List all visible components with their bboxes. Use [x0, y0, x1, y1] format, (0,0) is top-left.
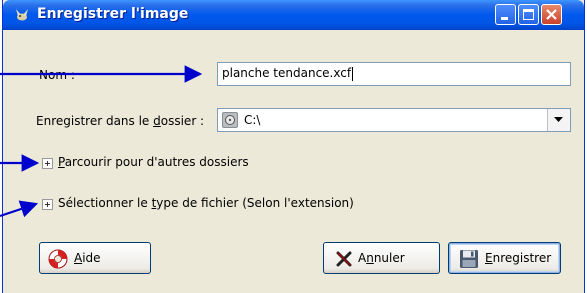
cancel-label-prefix: A	[358, 251, 367, 265]
save-mnemonic: E	[485, 251, 493, 265]
filetype-label[interactable]: Sélectionner le type de fichier (Selon l…	[58, 196, 354, 210]
filetype-label-suffix: ype de fichier (Selon l'extension)	[156, 196, 354, 210]
save-image-dialog: Enregistrer l'image Nom : planche tendan…	[2, 0, 585, 293]
hard-drive-icon	[222, 112, 238, 128]
help-button[interactable]: Aide	[39, 242, 151, 274]
filetype-label-prefix: Sélectionner le	[58, 196, 152, 210]
folder-dropdown-button[interactable]	[547, 109, 570, 131]
x-icon	[336, 251, 352, 267]
name-label: Nom :	[39, 68, 75, 82]
save-button[interactable]: Enregistrer	[448, 242, 561, 274]
folder-select-value: C:\	[244, 113, 261, 127]
cancel-label: Annuler	[358, 251, 405, 265]
folder-label-mnemonic: d	[153, 114, 161, 128]
gimp-wilber-icon	[16, 9, 28, 21]
help-label-text: ide	[82, 251, 101, 265]
floppy-disk-icon	[460, 250, 478, 268]
save-label: Enregistrer	[485, 251, 551, 265]
name-field[interactable]: planche tendance.xcf	[217, 62, 571, 86]
help-label: Aide	[74, 251, 101, 265]
help-mnemonic: A	[74, 251, 83, 265]
browse-expander[interactable]	[42, 158, 53, 169]
minimize-button[interactable]	[495, 4, 516, 25]
folder-label-prefix: Enregistrer dans le	[36, 114, 154, 128]
cancel-label-suffix: nuler	[373, 251, 405, 265]
chevron-down-icon	[554, 117, 563, 122]
folder-select[interactable]: C:\	[217, 108, 571, 132]
browse-label-text: arcourir pour d'autres dossiers	[64, 155, 249, 169]
save-label-text: nregistrer	[492, 251, 552, 265]
browse-mnemonic: P	[58, 155, 65, 169]
title-bar[interactable]: Enregistrer l'image	[3, 0, 584, 30]
name-field-value: planche tendance.xcf	[222, 66, 352, 80]
text-caret	[352, 66, 354, 81]
filetype-expander[interactable]	[42, 199, 53, 210]
cancel-mnemonic: n	[366, 251, 374, 265]
cancel-button[interactable]: Annuler	[323, 242, 440, 274]
maximize-icon	[523, 9, 534, 20]
folder-label-suffix: ossier :	[160, 114, 205, 128]
browse-label[interactable]: Parcourir pour d'autres dossiers	[58, 155, 249, 169]
window-title: Enregistrer l'image	[37, 6, 189, 22]
close-button[interactable]	[541, 4, 562, 25]
lifebuoy-icon	[48, 249, 68, 269]
folder-label: Enregistrer dans le dossier :	[36, 114, 204, 128]
close-icon	[546, 9, 557, 20]
maximize-button[interactable]	[518, 4, 539, 25]
minimize-icon	[501, 17, 508, 20]
